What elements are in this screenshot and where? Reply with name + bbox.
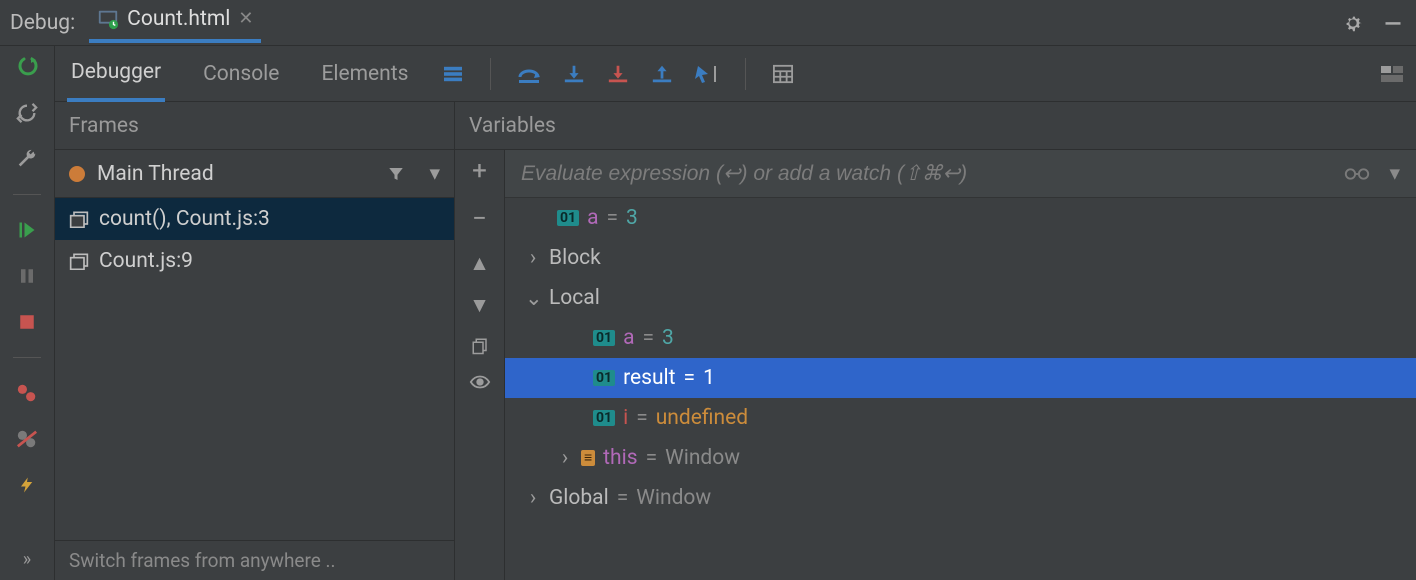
var-value: 1 [703, 366, 715, 390]
stackframe-icon [69, 210, 89, 228]
breakpoints-icon[interactable] [14, 380, 40, 406]
chevron-right-icon: › [557, 446, 573, 470]
tab-console[interactable]: Console [199, 46, 283, 101]
variables-side-toolbar: + − ▲ ▼ [455, 150, 505, 580]
rerun-icon[interactable] [14, 54, 40, 80]
variable-row[interactable]: 01 a = 3 [505, 318, 1416, 358]
chevron-down-icon: ⌄ [525, 286, 541, 311]
separator [13, 357, 41, 358]
equals: = [607, 206, 619, 230]
variables-panel: Variables + − ▲ ▼ [455, 102, 1416, 580]
wrench-icon[interactable] [14, 146, 40, 172]
var-name: a [623, 326, 634, 350]
debug-left-toolbar: » [0, 46, 55, 580]
variable-row[interactable]: 01 i = undefined [505, 398, 1416, 438]
equals: = [617, 486, 629, 510]
html-file-icon [97, 8, 119, 30]
run-to-cursor-icon[interactable] [695, 63, 719, 85]
tab-elements[interactable]: Elements [317, 46, 412, 101]
chevron-right-icon: › [525, 486, 541, 510]
frames-panel: Frames Main Thread ▾ count(), Count. [55, 102, 455, 580]
remove-watch-icon[interactable]: − [472, 204, 487, 234]
scope-local[interactable]: ⌄ Local [505, 278, 1416, 318]
equals: = [636, 406, 648, 430]
scope-label: Block [549, 246, 601, 270]
minimize-icon[interactable] [1380, 10, 1406, 36]
int-badge: 01 [593, 330, 615, 346]
chevron-down-icon[interactable]: ▾ [429, 161, 440, 186]
copy-icon[interactable] [471, 336, 489, 356]
int-badge: 01 [593, 410, 615, 426]
watch-input[interactable] [521, 162, 1331, 186]
frame-row[interactable]: count(), Count.js:3 [55, 198, 454, 240]
frame-label: Count.js:9 [99, 249, 193, 273]
chevron-right-icon: › [525, 246, 541, 270]
stackframe-icon [69, 252, 89, 270]
file-tab-name: Count.html [127, 7, 230, 31]
reload-icon[interactable] [14, 100, 40, 126]
frame-row[interactable]: Count.js:9 [55, 240, 454, 282]
int-badge: 01 [557, 210, 579, 226]
variable-row[interactable]: 01 result = 1 [505, 358, 1416, 398]
filter-icon[interactable] [387, 165, 405, 183]
variables-header: Variables [455, 102, 1416, 150]
resume-icon[interactable] [14, 217, 40, 243]
var-name: result [623, 366, 675, 390]
show-watches-icon[interactable] [469, 374, 491, 390]
var-name: this [603, 446, 637, 470]
move-up-icon[interactable]: ▲ [469, 252, 490, 276]
chevron-down-icon[interactable]: ▾ [1389, 161, 1400, 186]
separator [13, 194, 41, 195]
debugger-toolbar: Debugger Console Elements [55, 46, 1416, 102]
scope-block[interactable]: › Block [505, 238, 1416, 278]
var-value: undefined [656, 406, 748, 430]
var-value: Window [636, 486, 711, 510]
frames-header: Frames [55, 102, 454, 150]
lightning-icon[interactable] [14, 472, 40, 498]
title-bar: Debug: Count.html ✕ [0, 0, 1416, 46]
var-value: 3 [626, 206, 638, 230]
pause-icon[interactable] [14, 263, 40, 289]
var-value: 3 [662, 326, 674, 350]
thread-name: Main Thread [97, 162, 375, 186]
scope-label: Global [549, 486, 609, 510]
step-over-icon[interactable] [517, 63, 541, 85]
stop-icon[interactable] [14, 309, 40, 335]
frame-label: count(), Count.js:3 [99, 207, 270, 231]
thread-row[interactable]: Main Thread ▾ [55, 150, 454, 198]
variable-row[interactable]: 01 a = 3 [505, 198, 1416, 238]
more-icon[interactable]: » [14, 546, 40, 572]
force-step-into-icon[interactable] [607, 63, 629, 85]
watch-input-row[interactable]: ▾ [505, 150, 1416, 198]
layout-icon[interactable] [1380, 65, 1404, 83]
scope-global[interactable]: › Global = Window [505, 478, 1416, 518]
var-name: a [587, 206, 598, 230]
var-value: Window [665, 446, 740, 470]
threads-icon[interactable] [442, 65, 464, 83]
gear-icon[interactable] [1340, 10, 1366, 36]
step-into-icon[interactable] [563, 63, 585, 85]
add-watch-icon[interactable]: + [472, 156, 487, 186]
evaluate-expression-icon[interactable] [772, 64, 794, 84]
variable-this[interactable]: › ≡ this = Window [505, 438, 1416, 478]
object-badge: ≡ [581, 450, 595, 466]
move-down-icon[interactable]: ▼ [469, 294, 490, 318]
equals: = [684, 366, 696, 390]
thread-status-dot [69, 166, 85, 182]
var-name: i [623, 406, 628, 430]
tab-debugger[interactable]: Debugger [67, 47, 165, 102]
equals: = [646, 446, 658, 470]
variables-tree: ▾ 01 a = 3 › Block [505, 150, 1416, 580]
scope-label: Local [549, 286, 600, 310]
close-icon[interactable]: ✕ [238, 8, 253, 29]
glasses-icon[interactable] [1343, 166, 1371, 182]
step-out-icon[interactable] [651, 63, 673, 85]
frames-footer: Switch frames from anywhere .. [55, 540, 454, 580]
file-tab[interactable]: Count.html ✕ [89, 3, 261, 43]
debug-label: Debug: [10, 11, 75, 35]
equals: = [643, 326, 655, 350]
mute-breakpoints-icon[interactable] [14, 426, 40, 452]
int-badge: 01 [593, 370, 615, 386]
